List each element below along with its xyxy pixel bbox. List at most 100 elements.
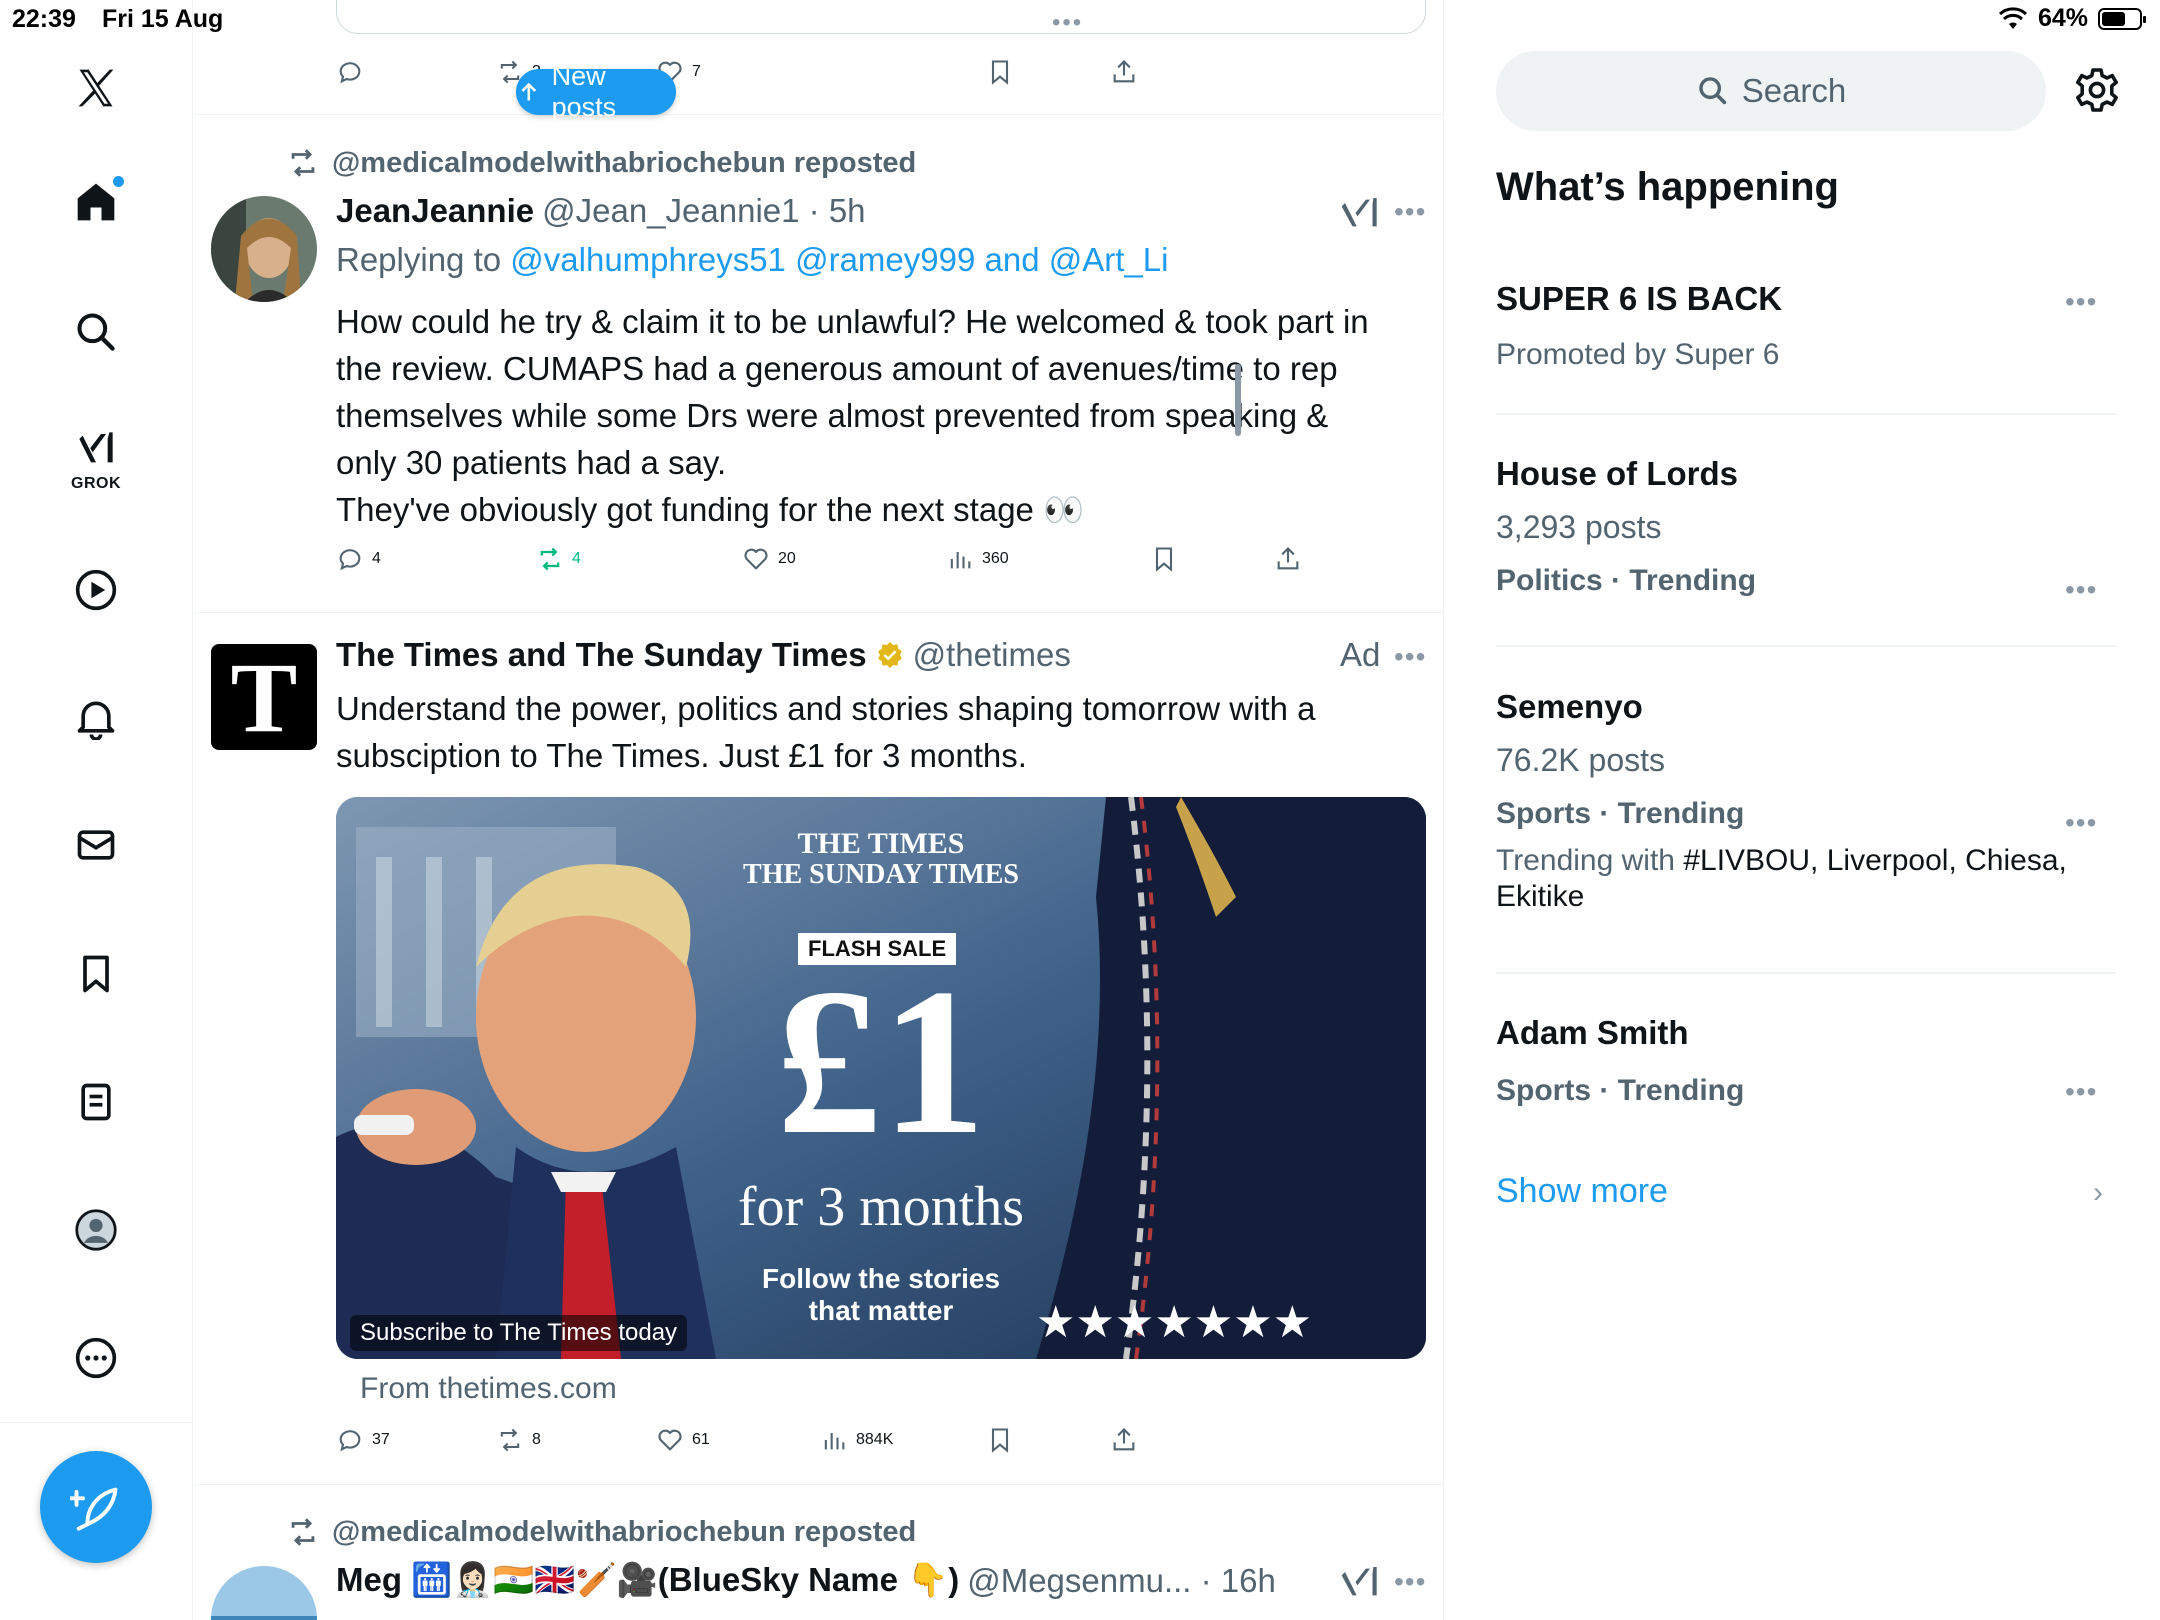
grok-explain-icon[interactable] (1340, 1562, 1380, 1602)
post-text: How could he try & claim it to be unlawf… (336, 303, 1369, 528)
grok-icon[interactable]: GROK (64, 425, 128, 492)
post-more-icon[interactable]: ••• (1394, 196, 1426, 228)
repost-icon (291, 149, 315, 177)
post-divider (194, 114, 1443, 115)
trend-item-adam-smith[interactable]: Adam Smith Sports · Trending (1496, 1014, 2116, 1108)
like-button[interactable]: 20 (742, 545, 796, 573)
author-handle-time[interactable]: @Jean_Jeannie1 · 5h (542, 192, 865, 230)
bookmark-icon (1155, 547, 1173, 572)
nav-divider (0, 1422, 193, 1423)
avatar[interactable] (211, 1566, 317, 1620)
share-icon (1277, 547, 1299, 570)
replying-to-line: Replying to @valhumphreys51 @ramey999 an… (336, 241, 1169, 278)
video-icon[interactable] (64, 558, 128, 622)
reply-icon (339, 1430, 361, 1452)
ad-duration: for 3 months (737, 1176, 1025, 1238)
home-unread-badge (113, 176, 124, 187)
explore-search-icon[interactable] (64, 300, 128, 364)
x-logo-icon[interactable] (64, 56, 128, 120)
reply-icon (339, 549, 361, 571)
home-icon[interactable] (64, 170, 128, 234)
share-icon (1113, 60, 1135, 83)
author-handle[interactable]: @thetimes (913, 636, 1071, 674)
post-author-line: Meg 🛗👩🏻‍⚕️🇮🇳🇬🇧🏏🎥(BlueSky Name 👇) @Megsen… (336, 1561, 1276, 1600)
post-author-line: The Times and The Sunday Times @thetimes (336, 636, 1071, 674)
ad-media-image[interactable]: ★★★★★★★ THE TIMES THE SUNDAY TIMES FLASH… (336, 797, 1426, 1359)
notifications-bell-icon[interactable] (64, 686, 128, 750)
share-button[interactable] (1110, 1426, 1138, 1454)
trend-more-icon[interactable]: ••• (2065, 574, 2097, 606)
more-options-icon[interactable] (64, 1326, 128, 1390)
share-button[interactable] (1274, 545, 1302, 573)
reply-button[interactable]: 37 (336, 1426, 390, 1454)
ad-source-link[interactable]: From thetimes.com (360, 1372, 617, 1406)
verified-badge-icon (877, 641, 902, 669)
bookmark-button[interactable] (986, 1426, 1014, 1454)
trend-divider (1496, 645, 2116, 647)
views-bar-icon (950, 552, 971, 569)
bookmark-icon (991, 1428, 1009, 1453)
top-post-actions: 3 7 (194, 58, 1443, 88)
trend-item-house-of-lords[interactable]: House of Lords 3,293 posts Politics · Tr… (1496, 455, 2116, 598)
reply-button[interactable]: 4 (336, 545, 381, 573)
like-button[interactable]: 61 (656, 1426, 710, 1454)
share-button[interactable] (1110, 58, 1138, 86)
avatar[interactable] (211, 196, 317, 302)
author-name[interactable]: JeanJeannie (336, 192, 534, 230)
repost-button[interactable]: 8 (496, 1426, 541, 1454)
new-posts-button[interactable]: New posts (516, 61, 676, 122)
reply-button[interactable] (336, 58, 372, 86)
ad-label: Ad (1340, 636, 1381, 673)
search-input[interactable]: Search (1496, 51, 2046, 131)
left-nav: GROK (0, 0, 193, 1620)
chevron-right-icon: › (2093, 1176, 2103, 1209)
author-name[interactable]: The Times and The Sunday Times (336, 636, 867, 674)
show-more-link[interactable]: Show more (1496, 1172, 1668, 1211)
feed-scrollbar[interactable] (1235, 364, 1241, 436)
ad-price: £1 (776, 946, 986, 1178)
trend-more-icon[interactable]: ••• (2065, 286, 2097, 318)
author-handle-time[interactable]: @Megsenmu... · 16h (967, 1562, 1276, 1600)
bookmarks-icon[interactable] (64, 942, 128, 1006)
times-logo-avatar[interactable]: T (211, 642, 317, 753)
trend-item-semenyo[interactable]: Semenyo 76.2K posts Sports · Trending Tr… (1496, 688, 2116, 915)
bookmark-icon (991, 60, 1009, 85)
right-sidebar: Search What’s happening SUPER 6 IS BACK … (1445, 0, 2160, 1620)
post-actions: 4 4 20 360 (194, 545, 1443, 579)
carousel-dots: ••• (1052, 9, 1084, 36)
repost-button[interactable]: 4 (536, 545, 581, 573)
post-author-line: JeanJeannie @Jean_Jeannie1 · 5h (336, 192, 866, 230)
heart-icon (658, 1429, 682, 1451)
bookmark-button[interactable] (986, 58, 1014, 86)
settings-gear-icon[interactable] (2073, 66, 2121, 114)
lists-icon[interactable] (64, 1070, 128, 1134)
heart-icon (744, 548, 768, 570)
grok-explain-icon[interactable] (1340, 193, 1380, 233)
profile-avatar-icon[interactable] (64, 1198, 128, 1262)
views-button[interactable]: 884K (820, 1426, 893, 1454)
trend-item-super6[interactable]: SUPER 6 IS BACK Promoted by Super 6 (1496, 280, 2116, 372)
repost-attribution[interactable]: @medicalmodelwithabriochebun reposted (286, 1515, 916, 1549)
post-more-icon[interactable]: ••• (1394, 641, 1426, 673)
replying-to-links[interactable]: @valhumphreys51 @ramey999 and @Art_Li (510, 241, 1168, 278)
share-icon (1113, 1428, 1135, 1451)
bookmark-button[interactable] (1150, 545, 1178, 573)
reply-icon (339, 62, 361, 84)
post-more-icon[interactable]: ••• (1394, 1566, 1426, 1598)
views-button[interactable]: 360 (946, 545, 1009, 573)
author-name[interactable]: Meg 🛗👩🏻‍⚕️🇮🇳🇬🇧🏏🎥(BlueSky Name 👇) (336, 1561, 959, 1600)
whats-happening-title: What’s happening (1496, 165, 1839, 209)
home-feed: ••• 3 7 @medicalmodelwithabriochebun rep… (194, 0, 1444, 1620)
messages-envelope-icon[interactable] (64, 813, 128, 877)
ad-brand: THE TIMES THE SUNDAY TIMES (743, 827, 1019, 891)
post-actions: 37 8 61 884K (194, 1426, 1443, 1460)
arrow-up-icon (521, 82, 537, 101)
trend-more-icon[interactable]: ••• (2065, 807, 2097, 839)
compose-post-button[interactable] (40, 1451, 152, 1563)
quoted-post-card-partial[interactable]: ••• (336, 0, 1426, 36)
compose-feather-icon (70, 1487, 118, 1531)
views-bar-icon (824, 1433, 845, 1450)
ad-image-caption[interactable]: Subscribe to The Times today (350, 1315, 688, 1351)
repost-attribution[interactable]: @medicalmodelwithabriochebun reposted (286, 146, 916, 180)
trend-more-icon[interactable]: ••• (2065, 1076, 2097, 1108)
